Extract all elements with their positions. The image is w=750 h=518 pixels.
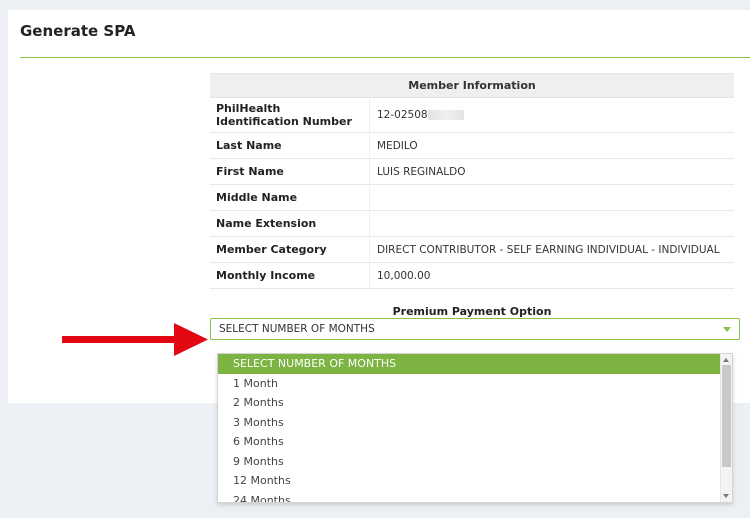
info-label: Last Name <box>210 133 370 158</box>
option-9-months[interactable]: 9 Months <box>218 452 720 472</box>
info-row-pin: PhilHealth Identification Number 12-0250… <box>210 98 734 133</box>
months-dropdown: SELECT NUMBER OF MONTHS 1 Month 2 Months… <box>217 353 733 503</box>
member-info-table: Member Information PhilHealth Identifica… <box>210 73 734 289</box>
option-12-months[interactable]: 12 Months <box>218 471 720 491</box>
page-title: Generate SPA <box>20 22 136 40</box>
arrow-head <box>174 323 208 356</box>
months-options-list: SELECT NUMBER OF MONTHS 1 Month 2 Months… <box>218 354 720 503</box>
option-24-months[interactable]: 24 Months <box>218 491 720 503</box>
pin-text: 12-02508 <box>377 109 428 121</box>
premium-payment-title: Premium Payment Option <box>392 305 552 318</box>
scroll-up-icon[interactable] <box>723 358 729 362</box>
info-value: MEDILO <box>377 139 418 152</box>
info-row-last-name: Last Name MEDILO <box>210 133 734 159</box>
info-label: Name Extension <box>210 211 370 236</box>
arrow-shaft <box>62 336 176 343</box>
months-select[interactable]: SELECT NUMBER OF MONTHS <box>210 318 740 340</box>
info-label: First Name <box>210 159 370 184</box>
info-value: DIRECT CONTRIBUTOR - SELF EARNING INDIVI… <box>377 243 720 256</box>
dropdown-scrollbar[interactable] <box>720 354 732 502</box>
redacted-blur <box>427 110 464 120</box>
option-1-month[interactable]: 1 Month <box>218 374 720 394</box>
info-label: PhilHealth Identification Number <box>210 98 370 132</box>
info-row-first-name: First Name LUIS REGINALDO <box>210 159 734 185</box>
info-row-name-extension: Name Extension <box>210 211 734 237</box>
info-row-monthly-income: Monthly Income 10,000.00 <box>210 263 734 289</box>
caret-down-icon <box>723 326 731 332</box>
scroll-down-icon[interactable] <box>723 494 729 498</box>
info-value-pin: 12-02508 <box>370 109 734 121</box>
red-arrow-icon <box>62 323 208 356</box>
info-value: LUIS REGINALDO <box>377 165 466 178</box>
info-label: Monthly Income <box>210 263 370 288</box>
option-3-months[interactable]: 3 Months <box>218 413 720 433</box>
info-value: 10,000.00 <box>377 269 431 282</box>
info-label: Member Category <box>210 237 370 262</box>
option-select-months[interactable]: SELECT NUMBER OF MONTHS <box>218 354 720 374</box>
info-label: Middle Name <box>210 185 370 210</box>
months-select-value: SELECT NUMBER OF MONTHS <box>219 323 375 335</box>
option-2-months[interactable]: 2 Months <box>218 393 720 413</box>
member-info-header: Member Information <box>210 74 734 98</box>
info-row-member-category: Member Category DIRECT CONTRIBUTOR - SEL… <box>210 237 734 263</box>
info-row-middle-name: Middle Name <box>210 185 734 211</box>
title-divider <box>20 57 750 58</box>
option-6-months[interactable]: 6 Months <box>218 432 720 452</box>
scroll-thumb[interactable] <box>722 365 731 467</box>
